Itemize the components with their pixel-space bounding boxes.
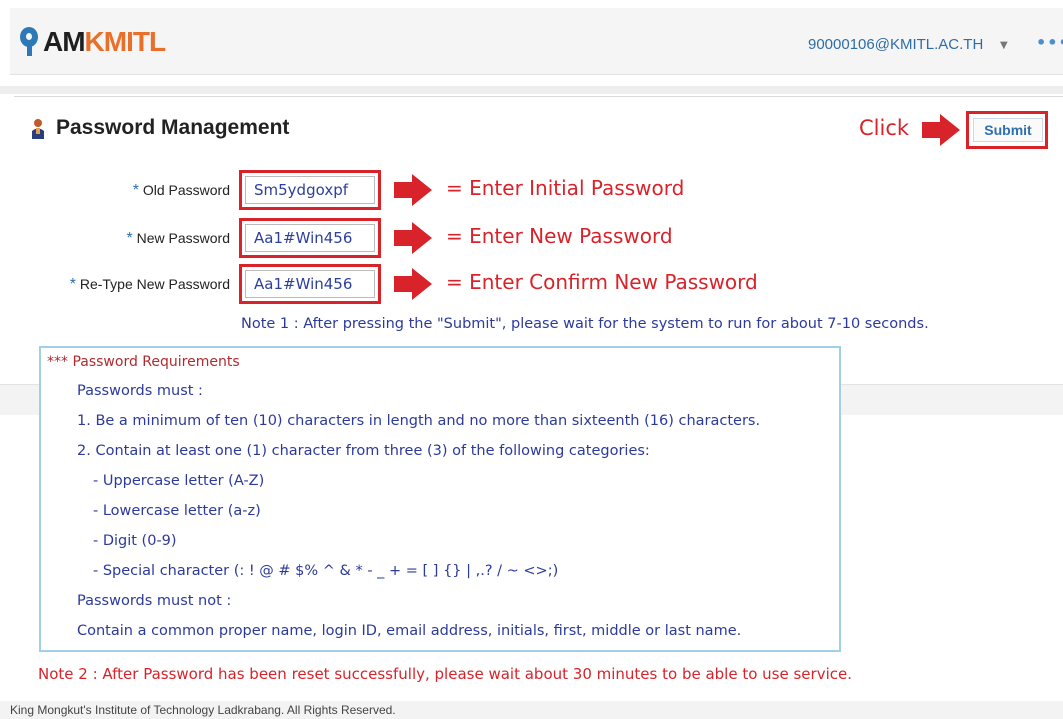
more-menu-icon[interactable]: ••• [1036,33,1063,52]
requirement-line: 1. Be a minimum of ten (10) characters i… [77,413,761,429]
key-logo-icon [20,27,42,57]
submit-button[interactable]: Submit [973,118,1043,142]
requirement-line: - Special character (: ! @ # $% ^ & * - … [93,563,559,579]
old-password-label-text: Old Password [142,182,230,198]
retype-password-label: * Re-Type New Password [0,276,230,294]
page-title: Password Management [56,116,290,139]
user-account-menu[interactable]: 90000106@KMITL.AC.TH [808,36,983,53]
requirement-line: Passwords must not : [77,593,232,609]
required-mark: * [132,182,139,199]
retype-password-hint: = Enter Confirm New Password [446,270,758,294]
old-password-input[interactable]: Sm5ydgoxpf [245,176,375,204]
user-icon [32,119,44,139]
chevron-down-icon[interactable]: ▼ [1000,40,1008,51]
new-password-label-text: New Password [136,230,230,246]
arrow-right-icon [394,222,432,254]
arrow-right-icon [394,268,432,300]
note-1: Note 1 : After pressing the "Submit", pl… [241,316,929,332]
old-password-label: * Old Password [0,182,230,200]
requirements-title: *** Password Requirements [47,354,240,370]
logo-text-am: AM [43,26,86,57]
retype-password-input[interactable]: Aa1#Win456 [245,270,375,298]
note-2: Note 2 : After Password has been reset s… [38,665,852,683]
requirement-line: Contain a common proper name, login ID, … [77,623,742,639]
new-password-input[interactable]: Aa1#Win456 [245,224,375,252]
copyright-text: King Mongkut's Institute of Technology L… [10,703,396,717]
arrow-right-icon [394,174,432,206]
requirement-line: Passwords must : [77,383,203,399]
logo-text-kmitl: KMITL [84,26,167,57]
footer: King Mongkut's Institute of Technology L… [0,701,1063,719]
old-password-hint: = Enter Initial Password [446,176,685,200]
requirement-line: - Uppercase letter (A-Z) [93,473,265,489]
required-mark: * [69,276,76,293]
arrow-right-icon [922,114,960,146]
new-password-hint: = Enter New Password [446,224,673,248]
header-separator [0,86,1063,94]
requirement-line: - Digit (0-9) [93,533,177,549]
new-password-label: * New Password [0,230,231,248]
required-mark: * [126,230,133,247]
click-annotation: Click [859,116,910,140]
requirement-line: - Lowercase letter (a-z) [93,503,261,519]
retype-password-label-text: Re-Type New Password [79,276,230,292]
requirement-line: 2. Contain at least one (1) character fr… [77,443,650,459]
logo[interactable]: AM KMITL [20,26,167,58]
